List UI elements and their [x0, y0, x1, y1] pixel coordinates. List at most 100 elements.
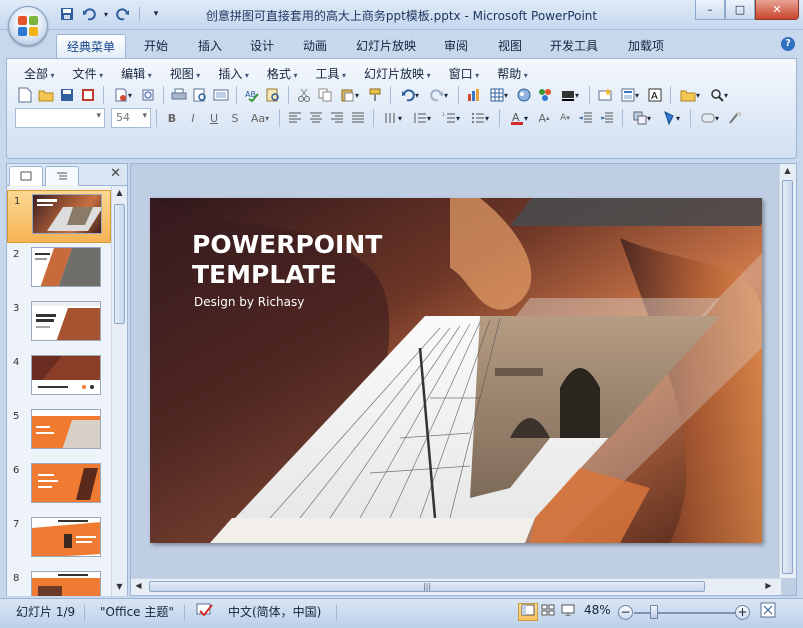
scroll-down-icon[interactable]: ▼ — [114, 582, 125, 594]
slide-horizontal-scrollbar[interactable]: ◀ ||| ▶ — [131, 578, 781, 595]
scrollbar-thumb[interactable] — [114, 204, 125, 324]
slideshow-view-button[interactable] — [558, 603, 578, 621]
tab-animation[interactable]: 动画 — [293, 34, 337, 58]
print-preview-icon[interactable] — [190, 85, 210, 105]
scrollbar-thumb[interactable] — [782, 180, 793, 574]
font-size-combo[interactable]: 54 — [111, 108, 151, 128]
font-name-combo[interactable] — [15, 108, 105, 128]
align-left-icon[interactable] — [285, 108, 305, 128]
permission-icon[interactable] — [78, 85, 98, 105]
new-file-icon[interactable] — [15, 85, 35, 105]
view-icon[interactable] — [211, 85, 231, 105]
slide-thumbnail-6[interactable]: 6 — [7, 460, 111, 513]
slide-thumbnail-2[interactable]: 2 — [7, 244, 111, 297]
layout-dropdown[interactable]: ▾ — [616, 85, 644, 105]
shape-fill-dropdown[interactable]: ▾ — [556, 85, 584, 105]
slide-subtitle[interactable]: Design by Richasy — [194, 295, 304, 309]
shrink-font-icon[interactable]: A ▾ — [555, 108, 575, 128]
slide-thumbnail-7[interactable]: 7 — [7, 514, 111, 567]
tab-developer[interactable]: 开发工具 — [540, 34, 608, 58]
scroll-up-icon[interactable]: ▲ — [114, 188, 125, 200]
insert-table-dropdown[interactable]: ▾ — [485, 85, 513, 105]
cut-icon[interactable] — [294, 85, 314, 105]
menu-format[interactable]: 格式 — [258, 64, 307, 83]
attach-icon[interactable] — [138, 85, 158, 105]
zoom-level[interactable]: 48% — [584, 603, 611, 617]
tab-addins[interactable]: 加载项 — [618, 34, 674, 58]
scroll-right-icon[interactable]: ▶ — [763, 581, 774, 593]
open-folder-icon[interactable] — [36, 85, 56, 105]
redo-dropdown[interactable]: ▾ — [425, 85, 453, 105]
tab-home[interactable]: 开始 — [134, 34, 178, 58]
bullets-dropdown[interactable]: ▾ — [466, 108, 494, 128]
fit-to-window-icon[interactable] — [760, 602, 776, 621]
zoom-in-button[interactable]: + — [735, 605, 750, 620]
menu-tools[interactable]: 工具 — [306, 64, 355, 83]
minimize-button[interactable]: – — [695, 0, 725, 20]
grow-font-icon[interactable]: A ▴ — [534, 108, 554, 128]
line-spacing-dropdown[interactable]: ▾ — [408, 108, 436, 128]
menu-help[interactable]: 帮助 — [488, 64, 537, 83]
decrease-indent-icon[interactable] — [576, 108, 596, 128]
paste-dropdown[interactable]: ▾ — [336, 85, 364, 105]
close-pane-icon[interactable]: ✕ — [110, 166, 121, 181]
menu-all[interactable]: 全部 — [15, 64, 64, 83]
undo-dropdown[interactable]: ▾ — [396, 85, 424, 105]
slide-vertical-scrollbar[interactable]: ▲ — [779, 164, 796, 578]
outline-tab[interactable] — [45, 166, 79, 186]
quick-styles-dropdown[interactable]: ▾ — [657, 108, 685, 128]
slide-thumbnail-8[interactable]: 8 — [7, 568, 111, 596]
smartart-icon[interactable] — [535, 85, 555, 105]
change-case-dropdown[interactable]: Aa ▾ — [246, 108, 274, 128]
numbering-dropdown[interactable]: 1 ▾ — [437, 108, 465, 128]
close-button[interactable]: ✕ — [755, 0, 799, 20]
zoom-slider-handle[interactable] — [650, 605, 658, 619]
tab-view[interactable]: 视图 — [488, 34, 532, 58]
align-center-icon[interactable] — [306, 108, 326, 128]
normal-view-button[interactable] — [518, 603, 538, 621]
tab-slideshow[interactable]: 幻灯片放映 — [346, 34, 426, 58]
font-color-dropdown[interactable]: A ▾ — [505, 108, 533, 128]
thumbnails-scrollbar[interactable]: ▲ ▼ — [111, 186, 127, 596]
bold-button[interactable]: B — [162, 108, 182, 128]
scroll-up-icon[interactable]: ▲ — [782, 166, 793, 178]
shadow-button[interactable]: S — [225, 108, 245, 128]
tab-classic-menu[interactable]: 经典菜单 — [56, 34, 127, 58]
slide-title[interactable]: POWERPOINT TEMPLATE — [192, 230, 382, 290]
help-icon[interactable]: ? — [781, 37, 795, 51]
format-painter-icon[interactable] — [365, 85, 385, 105]
zoom-out-button[interactable]: − — [618, 605, 633, 620]
research-icon[interactable] — [263, 85, 283, 105]
tab-review[interactable]: 审阅 — [434, 34, 478, 58]
menu-file[interactable]: 文件 — [64, 64, 113, 83]
spelling-icon[interactable]: AB — [242, 85, 262, 105]
tab-insert[interactable]: 插入 — [188, 34, 232, 58]
scroll-left-icon[interactable]: ◀ — [133, 581, 144, 593]
theme-name[interactable]: "Office 主题" — [100, 603, 174, 620]
insert-chart-icon[interactable] — [464, 85, 484, 105]
slides-tab[interactable] — [9, 166, 43, 186]
print-preview-dropdown[interactable]: ▾ — [109, 85, 137, 105]
new-slide-icon[interactable] — [595, 85, 615, 105]
italic-button[interactable]: I — [183, 108, 203, 128]
office-button[interactable] — [8, 6, 48, 46]
shape-outline-dropdown[interactable]: ▾ — [696, 108, 724, 128]
slide-thumbnail-3[interactable]: 3 — [7, 298, 111, 351]
tab-design[interactable]: 设计 — [240, 34, 284, 58]
menu-view[interactable]: 视图 — [161, 64, 210, 83]
menu-edit[interactable]: 编辑 — [112, 64, 161, 83]
align-right-icon[interactable] — [327, 108, 347, 128]
copy-icon[interactable] — [315, 85, 335, 105]
save-icon[interactable] — [57, 85, 77, 105]
slide-sorter-view-button[interactable] — [538, 603, 558, 621]
justify-icon[interactable] — [348, 108, 368, 128]
slide-thumbnail-1[interactable]: 1 — [7, 190, 111, 243]
scrollbar-thumb[interactable]: ||| — [149, 581, 705, 592]
text-direction-dropdown[interactable]: ▾ — [379, 108, 407, 128]
arrange-dropdown[interactable]: ▾ — [628, 108, 656, 128]
spelling-check-icon[interactable] — [196, 603, 214, 620]
shape-effects-icon[interactable] — [725, 108, 745, 128]
slide-thumbnail-4[interactable]: 4 — [7, 352, 111, 405]
underline-button[interactable]: U — [204, 108, 224, 128]
slide-thumbnail-5[interactable]: 5 — [7, 406, 111, 459]
